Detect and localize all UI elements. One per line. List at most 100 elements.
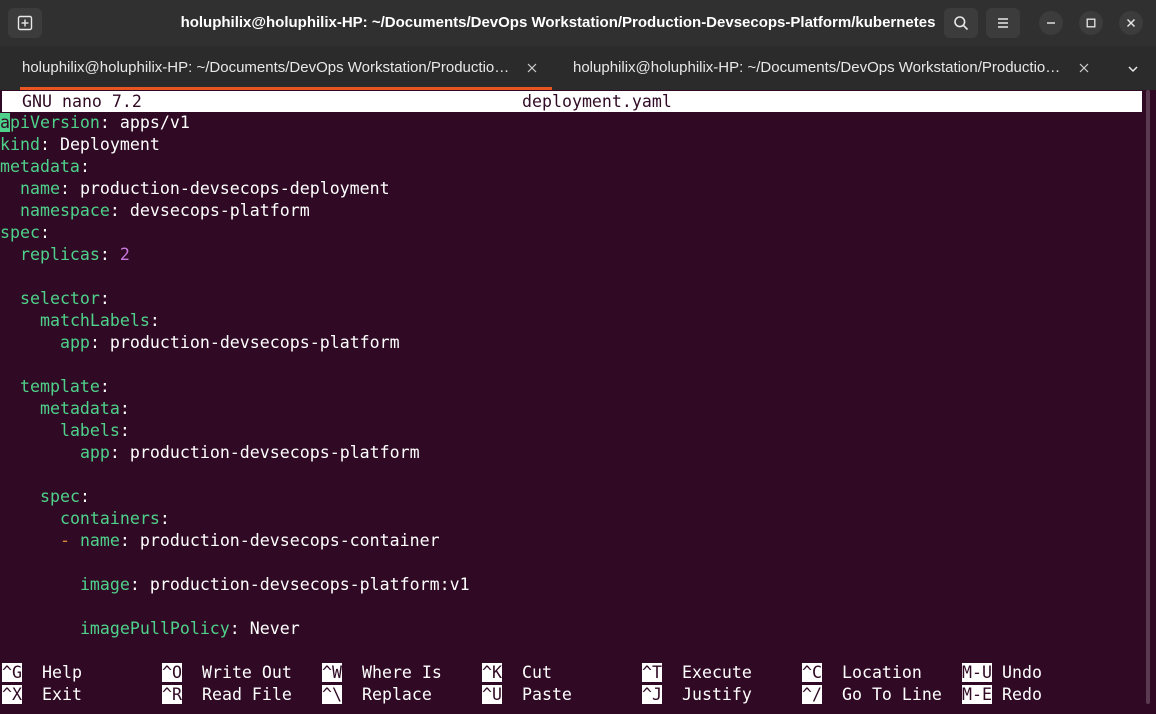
editor-line: namespace: devsecops-platform	[0, 200, 310, 222]
shortcut-key: ^J	[642, 685, 662, 704]
tab-close-button[interactable]	[524, 60, 540, 76]
close-icon	[1127, 19, 1135, 27]
new-tab-icon	[17, 15, 33, 31]
yaml-key: replicas	[19, 245, 100, 264]
terminal-window: holuphilix@holuphilix-HP: ~/Documents/De…	[0, 0, 1156, 714]
search-button[interactable]	[944, 8, 978, 38]
yaml-separator: :	[149, 311, 160, 330]
menu-button[interactable]	[986, 8, 1020, 38]
yaml-value: production-devsecops-platform	[109, 333, 400, 352]
yaml-value: production-devsecops-deployment	[79, 179, 390, 198]
shortcut-label: Paste	[521, 685, 572, 704]
shortcut-key: ^K	[482, 663, 502, 682]
shortcut-label: Cut	[521, 663, 552, 682]
yaml-separator: :	[109, 201, 130, 220]
yaml-key: name	[79, 531, 120, 550]
shortcut-gap	[992, 685, 1002, 704]
tab-terminal-1[interactable]: holuphilix@holuphilix-HP: ~/Documents/De…	[0, 46, 560, 90]
tab-terminal-2[interactable]: holuphilix@holuphilix-HP: ~/Documents/De…	[560, 46, 1100, 90]
yaml-separator: :	[119, 531, 140, 550]
yaml-separator: :	[109, 443, 130, 462]
editor-line: apiVersion: apps/v1	[0, 112, 190, 134]
yaml-separator: :	[99, 113, 120, 132]
editor-line: image: production-devsecops-platform:v1	[0, 574, 470, 596]
maximize-button[interactable]	[1079, 11, 1103, 35]
minimize-button[interactable]	[1039, 11, 1063, 35]
shortcut-item: ^T Execute	[642, 662, 752, 684]
yaml-separator: :	[99, 245, 120, 264]
editor-line: spec:	[0, 222, 50, 244]
shortcut-label: Read File	[201, 685, 292, 704]
editor-line: replicas: 2	[0, 244, 130, 266]
minimize-icon	[1047, 22, 1055, 24]
shortcut-key: M-U	[962, 663, 992, 682]
yaml-separator: :	[229, 619, 250, 638]
yaml-separator: :	[39, 135, 60, 154]
yaml-separator: :	[39, 223, 50, 242]
shortcut-gap	[502, 663, 522, 682]
shortcut-gap	[502, 685, 522, 704]
scrollbar[interactable]	[1146, 90, 1150, 704]
shortcut-gap	[342, 663, 362, 682]
shortcut-gap	[822, 685, 842, 704]
shortcut-item: ^K Cut	[482, 662, 552, 684]
yaml-number: 2	[119, 245, 130, 264]
tab-overflow-button[interactable]	[1122, 58, 1144, 80]
yaml-key: metadata	[0, 157, 80, 176]
chevron-down-icon	[1128, 66, 1138, 73]
yaml-value: production-devsecops-platform:v1	[149, 575, 470, 594]
terminal-view[interactable]: GNU nano 7.2 deployment.yaml apiVersion:…	[0, 90, 1156, 714]
yaml-separator: :	[99, 377, 110, 396]
shortcut-label: Justify	[681, 685, 752, 704]
shortcut-key: ^O	[162, 663, 182, 682]
new-tab-button[interactable]	[8, 8, 42, 38]
header-bar: holuphilix@holuphilix-HP: ~/Documents/De…	[0, 0, 1156, 46]
shortcut-label: Replace	[361, 685, 432, 704]
shortcut-key: ^W	[322, 663, 342, 682]
shortcut-key: ^\	[322, 685, 342, 704]
yaml-separator: :	[59, 179, 80, 198]
maximize-icon	[1086, 18, 1096, 28]
shortcut-item: ^W Where Is	[322, 662, 442, 684]
shortcut-key: ^T	[642, 663, 662, 682]
yaml-key: app	[59, 333, 90, 352]
shortcut-item: ^X Exit	[2, 684, 82, 706]
tab-label: holuphilix@holuphilix-HP: ~/Documents/De…	[573, 59, 1061, 76]
nano-title-bar: GNU nano 7.2 deployment.yaml	[2, 91, 1142, 112]
editor-line: kind: Deployment	[0, 134, 160, 156]
shortcut-key: ^/	[802, 685, 822, 704]
yaml-key: piVersion	[10, 113, 100, 132]
text-cursor: a	[0, 113, 10, 132]
hamburger-menu-icon	[998, 18, 1008, 28]
editor-line: imagePullPolicy: Never	[0, 618, 300, 640]
shortcut-gap	[182, 663, 202, 682]
yaml-separator: :	[79, 157, 90, 176]
tab-bar: holuphilix@holuphilix-HP: ~/Documents/De…	[0, 46, 1156, 90]
shortcut-key: ^X	[2, 685, 22, 704]
shortcut-item: ^O Write Out	[162, 662, 292, 684]
yaml-separator: :	[159, 509, 170, 528]
shortcut-gap	[992, 663, 1002, 682]
editor-line: app: production-devsecops-platform	[0, 442, 420, 464]
shortcut-item: ^C Location	[802, 662, 922, 684]
tab-close-button[interactable]	[1076, 60, 1092, 76]
yaml-key: spec	[0, 223, 40, 242]
yaml-value: Never	[249, 619, 300, 638]
tab-close-icon	[1079, 63, 1089, 73]
shortcut-label: Exit	[41, 685, 82, 704]
editor-line: containers:	[0, 508, 170, 530]
nano-version: GNU nano 7.2	[22, 92, 142, 111]
shortcut-item: ^/ Go To Line	[802, 684, 942, 706]
editor-line: template:	[0, 376, 110, 398]
yaml-separator: :	[99, 289, 110, 308]
close-button[interactable]	[1119, 11, 1143, 35]
yaml-key: containers	[59, 509, 160, 528]
yaml-key: namespace	[19, 201, 110, 220]
window-title: holuphilix@holuphilix-HP: ~/Documents/De…	[180, 14, 936, 31]
